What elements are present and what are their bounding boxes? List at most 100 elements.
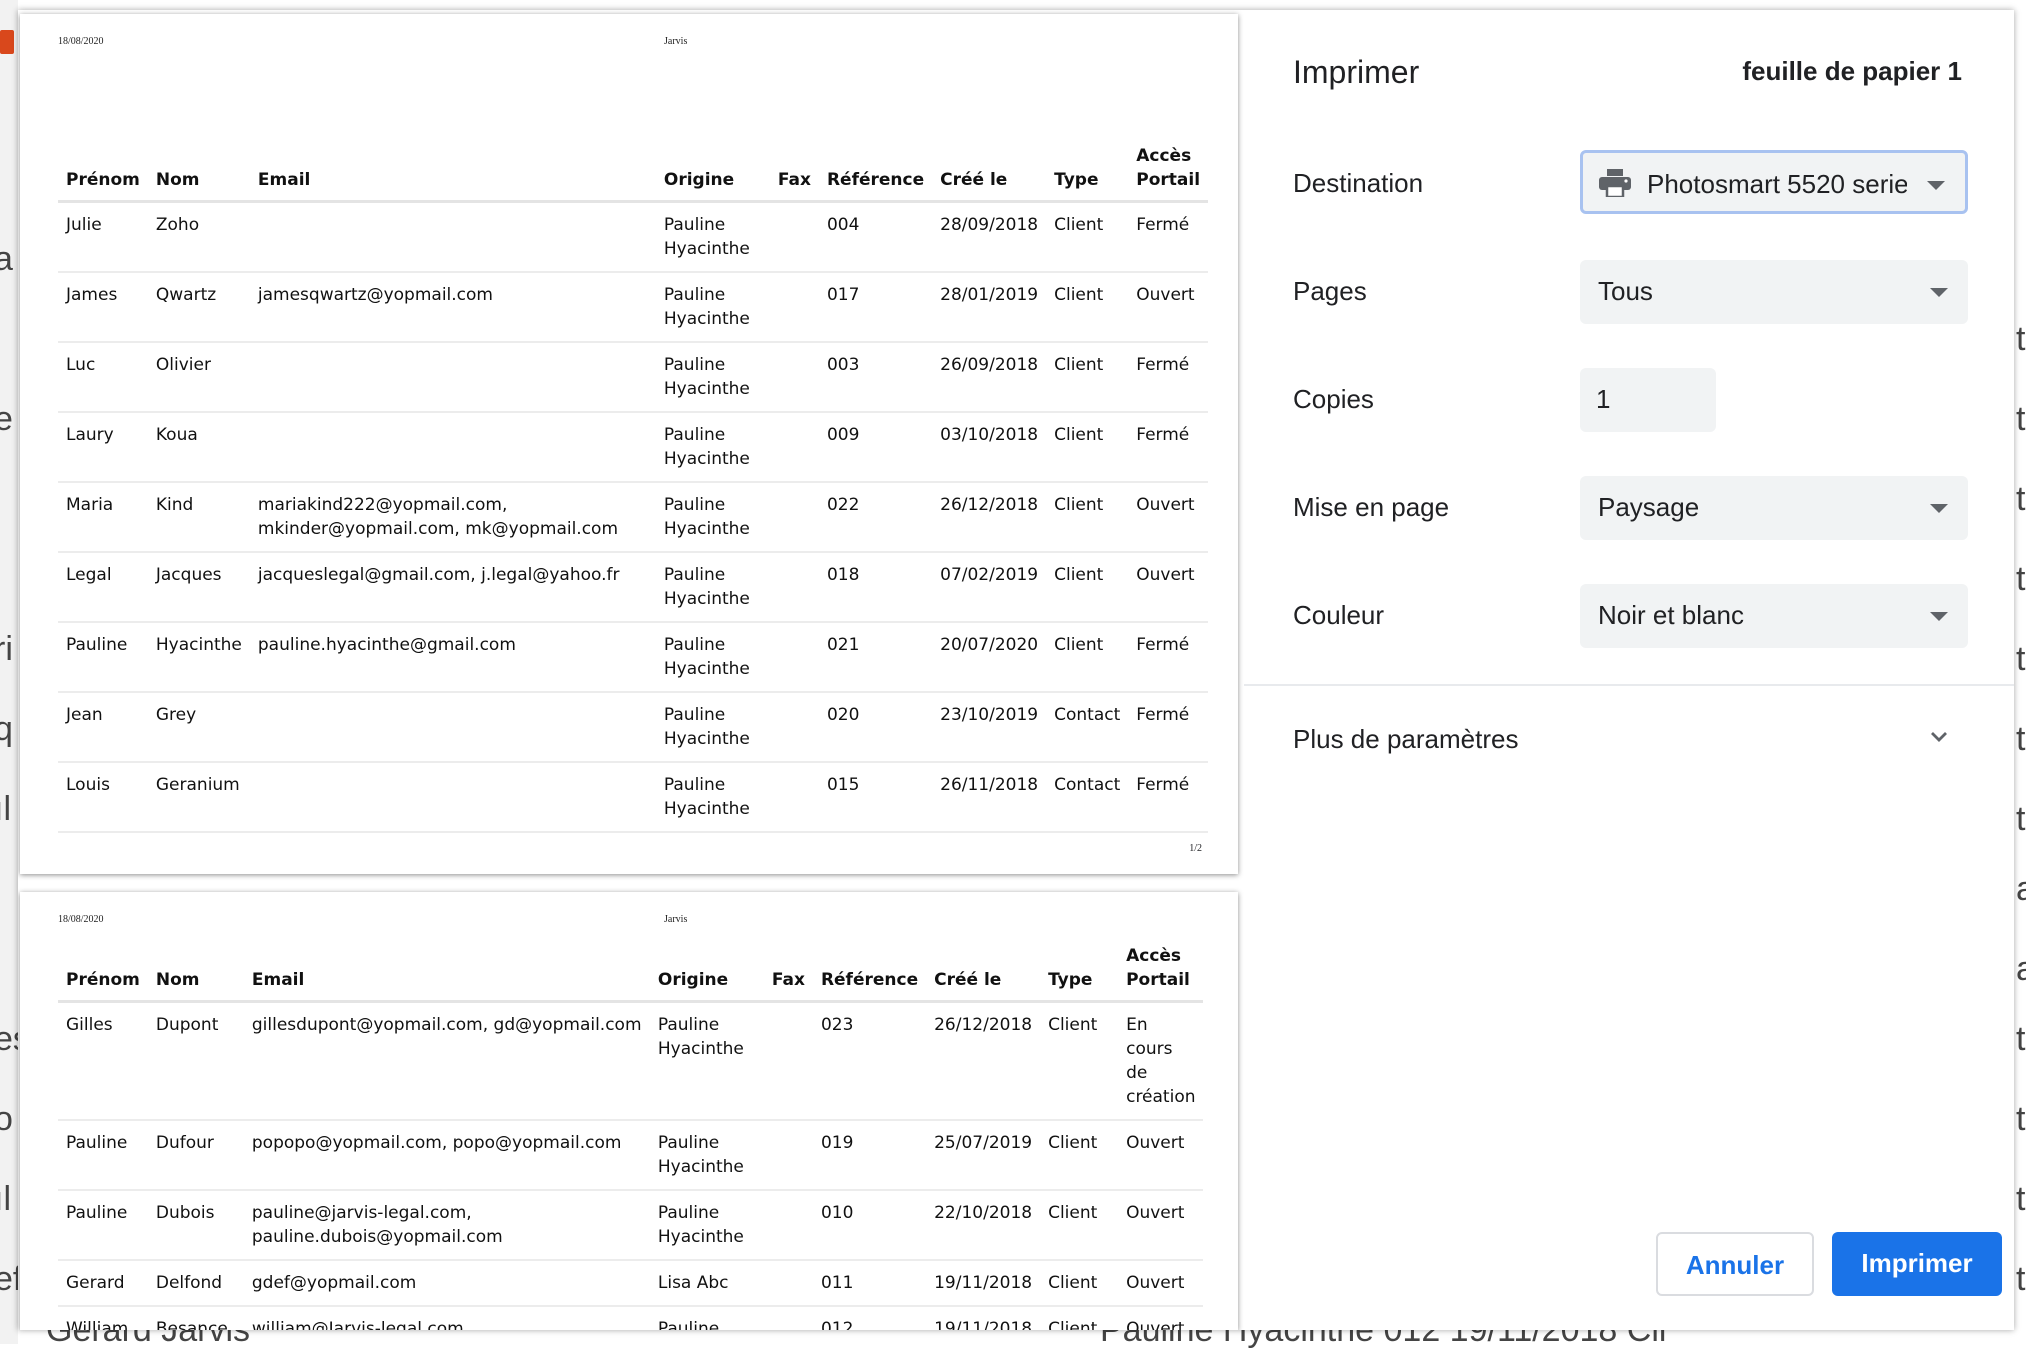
destination-value: Photosmart 5520 serie — [1647, 169, 1907, 199]
table-cell-nom: Jacques — [147, 552, 250, 623]
table-cell-type: Client — [1040, 1260, 1119, 1307]
table-cell-type: Client — [1046, 342, 1129, 413]
table-cell-nom: Dufour — [147, 1120, 244, 1191]
page-header-title: Jarvis — [664, 36, 688, 47]
table-row: Gilles Dupont gillesdupont@yopmail.com, gd… — [58, 1001, 1204, 1121]
table-cell-fax — [763, 1120, 813, 1191]
printer-icon — [1599, 169, 1631, 197]
table-cell-prenom: Luc — [58, 342, 148, 413]
table-cell-cree-le: 20/07/2020 — [932, 622, 1047, 693]
divider — [1244, 684, 2014, 686]
table-cell-origine: Pauline Hyacinthe — [649, 1190, 764, 1261]
table-cell-fax — [769, 622, 819, 693]
table-cell-email — [249, 342, 656, 413]
background-text-fragment: t — [2016, 800, 2026, 838]
table-cell-acces-portail: Ouvert — [1118, 1260, 1204, 1307]
table-row: Pauline Hyacinthe pauline.hyacinthe@gmail.… — [58, 622, 1209, 693]
table-cell-reference: 022 — [818, 482, 933, 553]
print-button[interactable]: Imprimer — [1832, 1232, 2002, 1296]
table-cell-cree-le: 28/01/2019 — [932, 272, 1047, 343]
table-cell-prenom: Pauline — [58, 1120, 148, 1191]
table-cell-email: popopo@yopmail.com, popo@yopmail.com — [243, 1120, 650, 1191]
table-cell-reference: 023 — [812, 1001, 927, 1121]
layout-select[interactable]: Paysage — [1580, 476, 1968, 540]
col-email-header: Email — [243, 938, 650, 1003]
table-row: Maria Kind mariakind222@yopmail.com, mkind… — [58, 482, 1209, 553]
table-cell-fax — [769, 482, 819, 553]
table-cell-nom: Besance — [147, 1306, 244, 1330]
table-row: William Besance william@Jarvis-legal.com Pa… — [58, 1306, 1204, 1330]
print-dialog: 18/08/2020 Jarvis Prénom Nom Email Origine F… — [18, 10, 2014, 1330]
sheet-count: feuille de papier 1 — [1742, 56, 1962, 86]
dialog-title: Imprimer — [1293, 54, 1420, 90]
col-type-header: Type — [1046, 138, 1129, 203]
table-cell-email: pauline@jarvis-legal.com, pauline.dubois… — [243, 1190, 650, 1261]
table-row: Pauline Dufour popopo@yopmail.com, popo@yo… — [58, 1120, 1204, 1191]
table-row: James Qwartz jamesqwartz@yopmail.com Paulin… — [58, 272, 1209, 343]
table-cell-reference: 015 — [818, 762, 933, 833]
table-cell-prenom: Jean — [58, 692, 148, 763]
table-cell-prenom: Legal — [58, 552, 148, 623]
col-acces-portail-header: Accès Portail — [1128, 138, 1209, 203]
table-cell-type: Client — [1046, 622, 1129, 693]
copies-input[interactable]: 1 — [1580, 368, 1716, 432]
col-cree-le-header: Créé le — [932, 138, 1047, 203]
col-origine-header: Origine — [655, 138, 770, 203]
destination-select[interactable]: Photosmart 5520 serie — [1580, 150, 1968, 214]
table-cell-email: jacqueslegal@gmail.com, j.legal@yahoo.fr — [249, 552, 656, 623]
table-row: Louis Geranium Pauline Hyacinthe 015 26/11/2… — [58, 762, 1209, 833]
col-prenom-header: Prénom — [58, 138, 148, 203]
copies-value: 1 — [1596, 384, 1611, 414]
table-cell-email — [249, 201, 656, 273]
background-text-fragment: o — [0, 1100, 13, 1138]
table-cell-nom: Geranium — [147, 762, 250, 833]
table-cell-reference: 018 — [818, 552, 933, 623]
background-text-fragment: t — [2016, 720, 2026, 758]
table-row: Jean Grey Pauline Hyacinthe 020 23/10/2019 Co… — [58, 692, 1209, 763]
contacts-table: Prénom Nom Email Origine Fax Référence Créé le… — [58, 138, 1209, 833]
table-cell-nom: Zoho — [147, 201, 250, 273]
preview-page-2: 18/08/2020 Jarvis Prénom Nom Email Origine F… — [20, 892, 1238, 1330]
table-cell-origine: Pauline Hyacinthe — [655, 692, 770, 763]
color-select[interactable]: Noir et blanc — [1580, 584, 1968, 648]
copies-label: Copies — [1293, 384, 1374, 414]
background-left-strip — [0, 0, 18, 1344]
table-cell-acces-portail: Ouvert — [1118, 1306, 1204, 1330]
table-cell-fax — [763, 1190, 813, 1261]
table-cell-origine: Pauline Hyacinthe — [655, 201, 770, 273]
print-preview[interactable]: 18/08/2020 Jarvis Prénom Nom Email Origine F… — [18, 10, 1244, 1330]
table-cell-nom: Dupont — [147, 1001, 244, 1121]
col-origine-header: Origine — [649, 938, 764, 1003]
col-cree-le-header: Créé le — [926, 938, 1041, 1003]
table-cell-email: jamesqwartz@yopmail.com — [249, 272, 656, 343]
table-cell-email: gillesdupont@yopmail.com, gd@yopmail.com — [243, 1001, 650, 1121]
background-text-fragment: t — [2016, 480, 2026, 518]
table-cell-prenom: Julie — [58, 201, 148, 273]
table-cell-type: Client — [1046, 482, 1129, 553]
table-header-row: Prénom Nom Email Origine Fax Référence Créé le… — [58, 138, 1209, 203]
background-text-fragment: a — [0, 240, 13, 278]
table-cell-type: Client — [1040, 1306, 1119, 1330]
table-cell-cree-le: 22/10/2018 — [926, 1190, 1041, 1261]
table-cell-cree-le: 28/09/2018 — [932, 201, 1047, 273]
table-cell-acces-portail: Fermé — [1128, 201, 1209, 273]
background-text-fragment: a — [2016, 870, 2026, 908]
table-cell-type: Contact — [1046, 762, 1129, 833]
table-row: Laury Koua Pauline Hyacinthe 009 03/10/2018 C… — [58, 412, 1209, 483]
chevron-down-icon — [1931, 732, 1947, 742]
table-cell-email — [249, 692, 656, 763]
pages-select[interactable]: Tous — [1580, 260, 1968, 324]
table-cell-fax — [769, 272, 819, 343]
pages-label: Pages — [1293, 276, 1367, 306]
cancel-button[interactable]: Annuler — [1656, 1232, 1814, 1296]
table-cell-type: Client — [1040, 1001, 1119, 1121]
dropdown-caret-icon — [1927, 181, 1945, 190]
table-cell-prenom: Pauline — [58, 1190, 148, 1261]
table-cell-reference: 004 — [818, 201, 933, 273]
table-cell-fax — [769, 342, 819, 413]
table-cell-origine: Pauline Hyacinthe — [655, 552, 770, 623]
layout-label: Mise en page — [1293, 492, 1450, 522]
table-cell-origine: Pauline Hyacinthe — [655, 482, 770, 553]
background-text-fragment: a — [2016, 950, 2026, 988]
table-row: Julie Zoho Pauline Hyacinthe 004 28/09/2018 C… — [58, 201, 1209, 273]
